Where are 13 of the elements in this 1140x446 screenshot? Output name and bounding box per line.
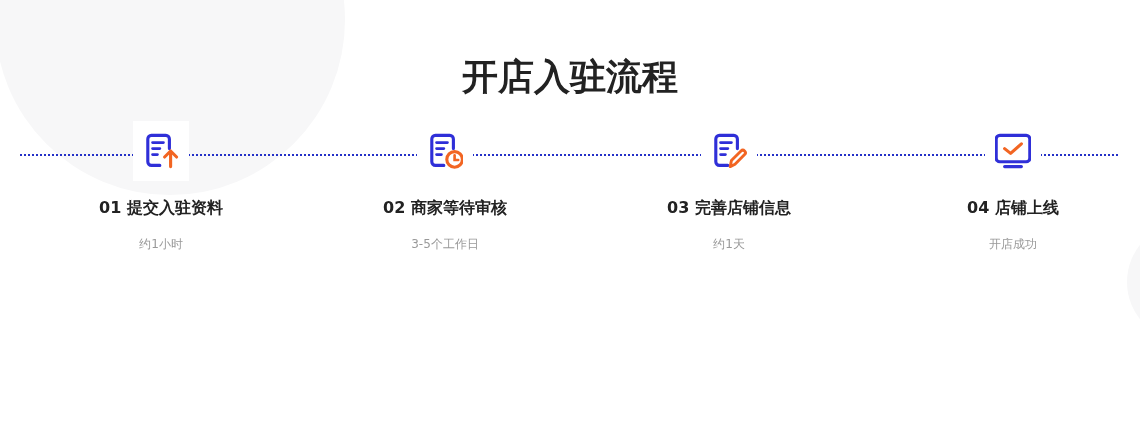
document-pencil-icon [711, 133, 747, 169]
step-duration: 约1小时 [139, 236, 183, 252]
section-title: 开店入驻流程 [461, 55, 679, 99]
step-title: 01 提交入驻资料 [99, 197, 223, 219]
document-clock-icon [427, 133, 463, 169]
step-title: 04 店铺上线 [967, 197, 1059, 219]
step-duration: 开店成功 [989, 236, 1037, 252]
step-duration: 3-5个工作日 [411, 236, 479, 252]
document-upload-icon [143, 133, 179, 169]
monitor-check-icon [995, 133, 1031, 169]
step-title: 02 商家等待审核 [383, 197, 507, 219]
step-title: 03 完善店铺信息 [667, 197, 791, 219]
step-duration: 约1天 [713, 236, 745, 252]
